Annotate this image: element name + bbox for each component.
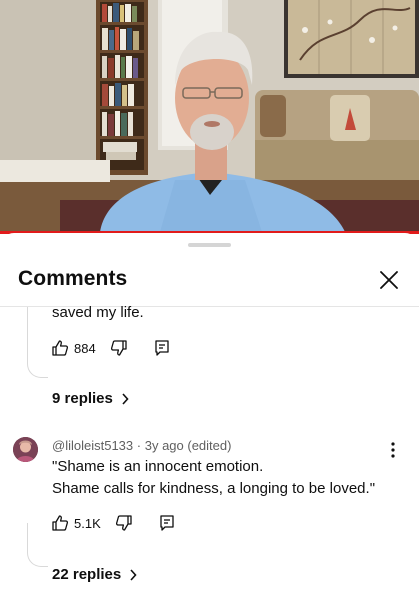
- comment-text-line-2: Shame calls for kindness, a longing to b…: [52, 480, 376, 497]
- close-button[interactable]: [374, 265, 404, 295]
- more-vertical-icon: [391, 442, 395, 458]
- chevron-right-icon: [129, 568, 137, 581]
- thumbs-down-icon: [115, 515, 132, 531]
- comment-author[interactable]: @liloleist5133: [52, 438, 133, 453]
- view-replies-button[interactable]: 22 replies: [52, 566, 137, 583]
- close-icon: [380, 271, 398, 289]
- like-count: 884: [74, 340, 96, 356]
- thumbs-up-icon: [52, 515, 69, 531]
- dislike-button[interactable]: [110, 339, 128, 357]
- like-count: 5.1K: [74, 515, 101, 531]
- comment-text: saved my life.: [52, 304, 144, 321]
- reply-thread-line: [27, 307, 48, 378]
- avatar[interactable]: [13, 437, 38, 462]
- comment-actions: 884: [51, 337, 170, 359]
- like-button[interactable]: [51, 339, 69, 357]
- chevron-right-icon: [121, 392, 129, 405]
- comment-time: 3y ago (edited): [144, 438, 232, 453]
- reply-button[interactable]: [159, 514, 175, 532]
- reply-icon: [155, 340, 169, 356]
- reply-thread-line: [27, 523, 48, 567]
- view-replies-button[interactable]: 9 replies: [52, 390, 129, 407]
- thumbs-down-icon: [110, 340, 127, 356]
- comment-meta: @liloleist5133 · 3y ago (edited): [52, 438, 231, 453]
- sheet-title: Comments: [18, 267, 128, 290]
- replies-label: 22 replies: [52, 566, 122, 583]
- thumbs-up-icon: [52, 340, 69, 356]
- video-frame: [0, 0, 419, 232]
- replies-label: 9 replies: [52, 390, 113, 407]
- drag-handle[interactable]: [188, 243, 231, 247]
- video-player[interactable]: [0, 0, 419, 232]
- reply-button[interactable]: [154, 339, 170, 357]
- dislike-button[interactable]: [115, 514, 133, 532]
- comments-sheet: Comments saved my life. 884 9 replies @l…: [0, 233, 419, 600]
- like-button[interactable]: [51, 514, 69, 532]
- comment-text-line-1: "Shame is an innocent emotion.: [52, 458, 264, 475]
- comment-actions: 5.1K: [51, 512, 175, 534]
- reply-icon: [160, 515, 174, 531]
- meta-separator: ·: [136, 438, 142, 453]
- comment-more-button[interactable]: [385, 440, 401, 460]
